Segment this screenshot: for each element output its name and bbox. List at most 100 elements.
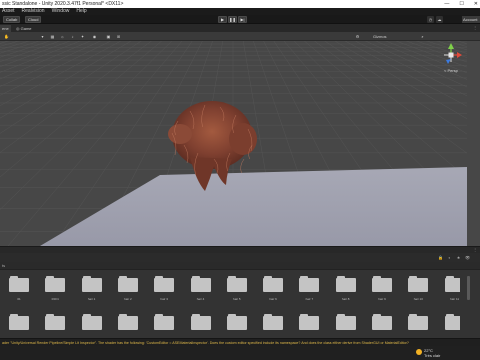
scrollbar-thumb[interactable] bbox=[467, 276, 470, 300]
weather-widget[interactable]: 22°C Très clair bbox=[424, 348, 440, 358]
menu-window[interactable]: Window bbox=[52, 8, 70, 15]
history-icon[interactable]: ◷ bbox=[427, 16, 434, 23]
game-icon: ◎ bbox=[16, 26, 20, 31]
folder-icon bbox=[81, 316, 102, 330]
folder-label: hair 9 bbox=[378, 297, 386, 301]
tab-scene[interactable]: ene bbox=[0, 25, 11, 32]
folder-label: hair 8 bbox=[341, 297, 350, 301]
search-icon[interactable]: ⌕ bbox=[420, 34, 425, 39]
folder-label: hair 1 bbox=[87, 297, 96, 301]
project-tab-bar: ⋮ bbox=[0, 246, 480, 253]
folder-icon bbox=[335, 278, 356, 292]
folder-icon bbox=[335, 316, 356, 330]
grid-toggle-icon[interactable]: ▦ bbox=[50, 34, 55, 39]
project-toolbar: 🔒 ◐ ★ 👁 bbox=[0, 253, 480, 262]
folder-icon bbox=[154, 278, 175, 292]
step-icon: ▶| bbox=[240, 17, 245, 22]
tab-menu-icon[interactable]: ⋮ bbox=[473, 25, 477, 30]
cloud-icon[interactable]: ☁ bbox=[436, 16, 443, 23]
folder-icon bbox=[226, 278, 247, 292]
scene-toolbar: ✋ ▾ ▦ ☼ ♪ ✦ ◉ ▣ ⊞ ⚙ Gizmos ⌕ bbox=[0, 32, 480, 41]
folder-label: hair 4 bbox=[196, 297, 205, 301]
tab-scene-label: ene bbox=[2, 26, 9, 31]
folder-icon bbox=[372, 278, 392, 292]
filter-icon[interactable]: ◐ bbox=[447, 255, 452, 260]
step-button[interactable]: ▶| bbox=[238, 16, 247, 23]
star-icon[interactable]: ★ bbox=[456, 255, 461, 260]
folder-icon bbox=[226, 316, 247, 330]
persp-label[interactable]: < Persp bbox=[444, 68, 458, 73]
account-label: Account bbox=[463, 17, 478, 22]
console-status-bar[interactable]: ader "Unity/Universal Render Pipeline/Si… bbox=[0, 338, 480, 346]
window-title: ssic Standalone - Unity 2020.3.47f1 Pers… bbox=[2, 1, 124, 7]
folder-icon bbox=[299, 316, 320, 330]
collab-label: Collab bbox=[6, 17, 18, 22]
folder-icon bbox=[190, 278, 211, 292]
shading-mode-icon[interactable]: ▾ bbox=[40, 34, 45, 39]
os-taskbar: 22°C Très clair bbox=[0, 346, 480, 360]
play-icon: ▶ bbox=[220, 17, 225, 22]
breadcrumb-root[interactable]: ts bbox=[2, 263, 5, 268]
folder-icon bbox=[263, 278, 284, 292]
folder-icon bbox=[45, 278, 66, 292]
console-message: ader "Unity/Universal Render Pipeline/Si… bbox=[2, 341, 409, 345]
snap-icon[interactable]: ⊞ bbox=[116, 34, 121, 39]
tools-icon[interactable]: ⚙ bbox=[355, 34, 360, 39]
folder-label: hair 3 bbox=[160, 297, 168, 301]
folder-icon bbox=[9, 278, 29, 292]
menu-realvision[interactable]: Realvision bbox=[22, 8, 45, 15]
viewport-side-strip bbox=[467, 41, 480, 246]
scene-canvas[interactable] bbox=[0, 41, 467, 246]
folder-icon bbox=[408, 316, 429, 330]
effects-icon[interactable]: ✦ bbox=[80, 34, 85, 39]
folder-icon bbox=[117, 316, 138, 330]
folder-icon bbox=[444, 316, 460, 330]
gizmos-dropdown[interactable]: Gizmos bbox=[373, 34, 387, 39]
project-breadcrumb: ts bbox=[0, 262, 480, 270]
menu-help[interactable]: Help bbox=[76, 8, 86, 15]
minimize-icon[interactable]: — bbox=[444, 0, 449, 8]
lighting-icon[interactable]: ☼ bbox=[60, 34, 65, 39]
folder-label: hair 11 bbox=[450, 297, 460, 301]
hair-strand bbox=[240, 158, 245, 174]
project-scrollbar[interactable] bbox=[460, 270, 480, 338]
scene-viewport[interactable]: < Persp bbox=[0, 41, 467, 246]
tab-game[interactable]: ◎ Game bbox=[14, 25, 34, 32]
visibility-icon[interactable]: 👁 bbox=[465, 255, 470, 260]
folder-icon bbox=[190, 316, 211, 330]
lock-icon[interactable]: 🔒 bbox=[438, 255, 443, 260]
pause-button[interactable]: ❚❚ bbox=[228, 16, 237, 23]
close-icon[interactable]: ✕ bbox=[474, 0, 478, 8]
folder-label: hair 6 bbox=[269, 297, 277, 301]
collab-button[interactable]: Collab bbox=[3, 16, 21, 23]
scene-tab-bar: ene ◎ Game ⋮ bbox=[0, 24, 480, 32]
main-toolbar: Collab Cloud ▶ ❚❚ ▶| ◷ ☁ Account bbox=[0, 15, 480, 24]
tab-game-label: Game bbox=[20, 26, 32, 31]
account-dropdown[interactable]: Account bbox=[462, 16, 480, 23]
hand-tool-icon[interactable]: ✋ bbox=[4, 34, 9, 39]
folder-icon bbox=[263, 316, 284, 330]
menu-bar: Asset Realvision Window Help bbox=[0, 8, 480, 15]
folder-icon bbox=[81, 278, 102, 292]
audio-icon[interactable]: ♪ bbox=[70, 34, 75, 39]
folder-label: hair 2 bbox=[124, 297, 132, 301]
menu-asset[interactable]: Asset bbox=[2, 8, 15, 15]
ground-plane bbox=[40, 167, 467, 246]
folder-icon bbox=[117, 278, 138, 292]
scene-gizmo bbox=[444, 43, 462, 64]
window-controls: — ☐ ✕ bbox=[444, 0, 478, 8]
folder-icon bbox=[372, 316, 392, 330]
cloud-button[interactable]: Cloud bbox=[25, 16, 42, 23]
folder-label: hair 7 bbox=[305, 297, 314, 301]
folder-icon bbox=[9, 316, 29, 330]
sun-icon bbox=[416, 349, 422, 355]
folder-icon bbox=[154, 316, 175, 330]
project-browser: 01 030 ti hair 1 hair 2 hair 3 hair 4 hair 5 ha… bbox=[0, 270, 460, 338]
cloud-label: Cloud bbox=[28, 17, 39, 22]
play-button[interactable]: ▶ bbox=[218, 16, 227, 23]
panel-menu-icon[interactable]: ⋮ bbox=[473, 247, 477, 252]
camera-icon[interactable]: ▣ bbox=[106, 34, 111, 39]
maximize-icon[interactable]: ☐ bbox=[459, 0, 463, 8]
folder-label: hair 10 bbox=[413, 297, 423, 301]
hidden-objects-icon[interactable]: ◉ bbox=[92, 34, 97, 39]
